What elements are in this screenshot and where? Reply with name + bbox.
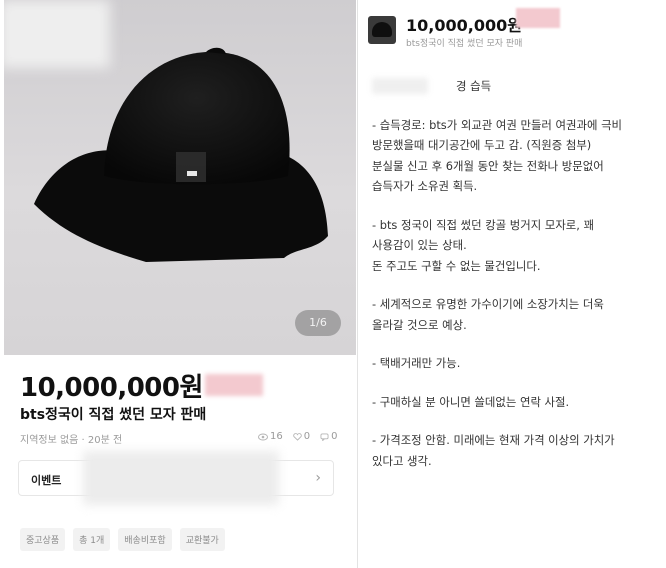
- eye-icon: [258, 433, 268, 440]
- event-label: 이벤트: [31, 474, 62, 487]
- description-text: 경 습득: [456, 79, 492, 93]
- description-line: 사용감이 있는 상태.: [372, 238, 467, 252]
- description-line: 방문했을때 대기공간에 두고 감. (직원증 첨부): [372, 138, 592, 152]
- description-line: - 세계적으로 유명한 가수이기에 소장가치는 더욱: [372, 297, 604, 311]
- description-line: 돈 주고도 구할 수 없는 물건입니다.: [372, 258, 541, 273]
- tag-quantity: 총 1개: [73, 528, 111, 551]
- header-subtitle: bts정국이 직접 썼던 모자 판매: [406, 39, 523, 49]
- product-meta: 지역정보 없음 · 20분 전: [20, 435, 123, 446]
- likes-count: 0: [303, 431, 311, 442]
- product-photo[interactable]: 1/6: [4, 0, 356, 355]
- product-title: bts정국이 직접 썼던 모자 판매: [20, 407, 207, 423]
- description-panel: 10,000,000원 bts정국이 직접 썼던 모자 판매 경 습득 - 습득…: [358, 0, 666, 568]
- heart-icon: [292, 432, 302, 441]
- description-line: - 구매하실 분 아니면 쓸데없는 연락 사절.: [372, 394, 570, 409]
- likes-stat: 0: [292, 431, 311, 442]
- tag-shipping: 배송비포함: [118, 528, 172, 551]
- views-count: 16: [270, 431, 283, 442]
- description-body: 경 습득 - 습득경로: bts가 외교관 여권 만들러 여권과에 극비 방문했…: [372, 76, 662, 471]
- product-panel: 1/6 10,000,000원 bts정국이 직접 썼던 모자 판매 지역정보 …: [0, 0, 358, 568]
- description-line: 있다고 생각.: [372, 453, 432, 468]
- description-line: 습득자가 소유권 획득.: [372, 179, 478, 193]
- blurred-event-content: [83, 451, 279, 505]
- product-stats: 16 0 0: [258, 431, 337, 442]
- chats-stat: 0: [320, 431, 337, 442]
- blurred-text: [372, 78, 428, 95]
- chats-count: 0: [331, 431, 338, 442]
- tag-exchange: 교환불가: [179, 528, 225, 551]
- description-line: - 가격조정 안함. 미래에는 현재 가격 이상의 가치가: [372, 433, 615, 447]
- description-line: 분실물 신고 후 6개월 동안 찾는 전화나 방문없어: [372, 158, 604, 173]
- description-line: - 습득경로: bts가 외교관 여권 만들러 여권과에 극비: [372, 117, 623, 132]
- blurred-price-suffix: [204, 374, 263, 396]
- views-stat: 16: [258, 431, 283, 442]
- bucket-hat-image: [34, 47, 328, 262]
- price-row: 10,000,000원: [20, 368, 263, 403]
- product-price: 10,000,000원: [20, 372, 203, 403]
- description-line: 경 습득: [372, 76, 662, 97]
- header-price: 10,000,000원: [406, 16, 522, 35]
- product-thumbnail: [368, 16, 396, 44]
- description-line: 올라갈 것으로 예상.: [372, 317, 467, 332]
- description-line: - bts 정국이 직접 썼던 캉골 벙거지 모자로, 꽤: [372, 217, 594, 232]
- image-counter: 1/6: [295, 310, 341, 336]
- blurred-header-suffix: [516, 8, 560, 28]
- tag-condition: 중고상품: [20, 528, 66, 551]
- chevron-right-icon[interactable]: ›: [315, 470, 321, 486]
- chat-icon: [320, 432, 329, 441]
- description-line: - 택배거래만 가능.: [372, 356, 461, 370]
- event-banner[interactable]: 이벤트 ›: [18, 451, 334, 505]
- product-tags: 중고상품 총 1개 배송비포함 교환불가: [20, 528, 225, 551]
